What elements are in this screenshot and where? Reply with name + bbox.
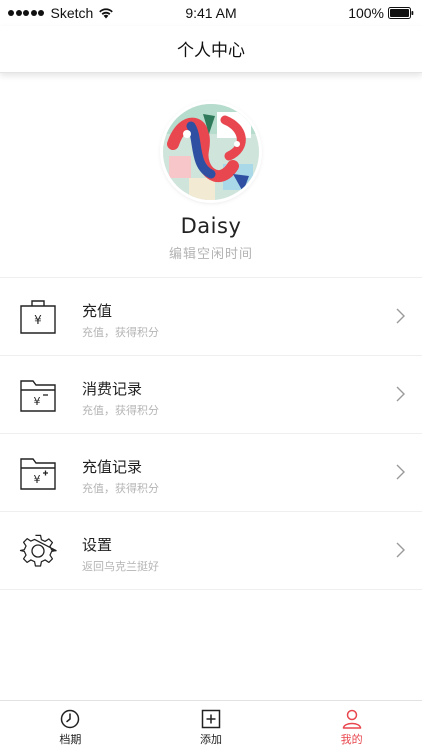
- menu-item-subtitle: 充值，获得积分: [82, 404, 159, 417]
- user-icon: [342, 709, 361, 729]
- folder-yen-plus-icon: ¥: [20, 458, 56, 490]
- menu-item-recharge[interactable]: ¥ 充值 充值，获得积分: [0, 278, 422, 356]
- nav-bar: 个人中心: [0, 26, 422, 73]
- menu-item-title: 消费记录: [82, 380, 143, 398]
- chevron-right-icon: [396, 464, 405, 480]
- folder-yen-minus-icon: ¥: [20, 380, 56, 412]
- svg-text:¥: ¥: [34, 395, 41, 408]
- screen: Sketch 9:41 AM 100% 个人中心 Daisy 编辑空闲时间 ¥ …: [0, 0, 422, 750]
- clock-icon: [61, 709, 80, 729]
- menu-item-title: 充值记录: [82, 458, 143, 476]
- menu-item-recharge-records[interactable]: ¥ 充值记录 充值，获得积分: [0, 434, 422, 512]
- menu-item-subtitle: 充值，获得积分: [82, 482, 159, 495]
- tab-add[interactable]: 添加: [141, 701, 282, 750]
- tab-label: 添加: [200, 733, 222, 746]
- avatar-illustration: [163, 104, 259, 200]
- menu-item-subtitle: 充值，获得积分: [82, 326, 159, 339]
- battery-percentage: 100%: [348, 5, 384, 21]
- avatar[interactable]: [163, 104, 259, 200]
- status-bar: Sketch 9:41 AM 100%: [0, 0, 422, 26]
- tab-label: 我的: [340, 733, 363, 746]
- chevron-right-icon: [396, 386, 405, 402]
- menu-list: ¥ 充值 充值，获得积分 ¥ 消费记录 充值，获得积分 ¥ 充值记录 充值，获得…: [0, 277, 422, 590]
- add-square-icon: [201, 709, 221, 729]
- status-right: 100%: [348, 5, 414, 21]
- battery-icon: [388, 7, 414, 19]
- svg-text:¥: ¥: [34, 473, 41, 486]
- menu-item-subtitle: 返回乌克兰挺好: [82, 560, 159, 573]
- tab-schedule[interactable]: 档期: [0, 701, 141, 750]
- profile-header: Daisy 编辑空闲时间: [0, 72, 422, 277]
- tab-mine[interactable]: 我的: [281, 701, 422, 750]
- menu-item-settings[interactable]: 设置 返回乌克兰挺好: [0, 512, 422, 590]
- edit-free-time-link[interactable]: 编辑空闲时间: [0, 243, 422, 262]
- menu-item-consumption-records[interactable]: ¥ 消费记录 充值，获得积分: [0, 356, 422, 434]
- menu-item-title: 充值: [82, 302, 113, 320]
- menu-item-title: 设置: [82, 536, 113, 554]
- svg-text:¥: ¥: [34, 313, 42, 327]
- tab-bar: 档期 添加 我的: [0, 700, 422, 750]
- gear-icon: [19, 534, 57, 567]
- tab-label: 档期: [59, 733, 82, 746]
- wallet-yen-icon: ¥: [20, 300, 56, 334]
- user-name: Daisy: [180, 214, 242, 238]
- chevron-right-icon: [396, 542, 405, 558]
- chevron-right-icon: [396, 308, 405, 324]
- page-title: 个人中心: [177, 41, 245, 61]
